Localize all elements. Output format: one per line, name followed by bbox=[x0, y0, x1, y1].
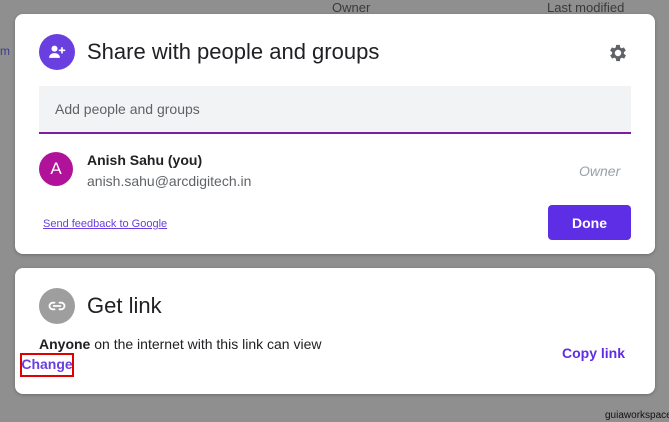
get-link-panel: Get link Anyone on the internet with thi… bbox=[15, 268, 655, 394]
column-last-modified: Last modified bbox=[547, 0, 625, 15]
get-link-title: Get link bbox=[87, 293, 162, 318]
add-people-field[interactable] bbox=[39, 86, 631, 134]
user-email: anish.sahu@arcdigitech.in bbox=[87, 173, 252, 189]
gear-icon bbox=[610, 44, 626, 62]
person-add-icon bbox=[39, 34, 75, 70]
change-access-link[interactable]: Change bbox=[20, 353, 74, 377]
change-label[interactable]: Change bbox=[21, 356, 72, 372]
background-fragment: m bbox=[0, 44, 10, 58]
access-detail: on the internet with this link can view bbox=[90, 336, 322, 352]
link-access-description: Anyone on the internet with this link ca… bbox=[39, 336, 321, 352]
done-button[interactable]: Done bbox=[548, 205, 631, 240]
add-people-input[interactable] bbox=[39, 86, 631, 132]
user-name: Anish Sahu (you) bbox=[87, 152, 203, 168]
settings-button[interactable] bbox=[605, 40, 631, 66]
share-dialog: Share with people and groups A Anish Sah… bbox=[15, 14, 655, 254]
send-feedback-link[interactable]: Send feedback to Google bbox=[43, 218, 167, 230]
access-scope: Anyone bbox=[39, 336, 91, 352]
copy-link-button[interactable]: Copy link bbox=[562, 345, 625, 361]
watermark: guiaworkspace bbox=[605, 410, 669, 421]
column-owner: Owner bbox=[332, 0, 371, 15]
link-icon bbox=[39, 288, 75, 324]
user-role: Owner bbox=[579, 163, 621, 179]
share-dialog-title: Share with people and groups bbox=[87, 39, 380, 64]
avatar: A bbox=[39, 152, 73, 186]
